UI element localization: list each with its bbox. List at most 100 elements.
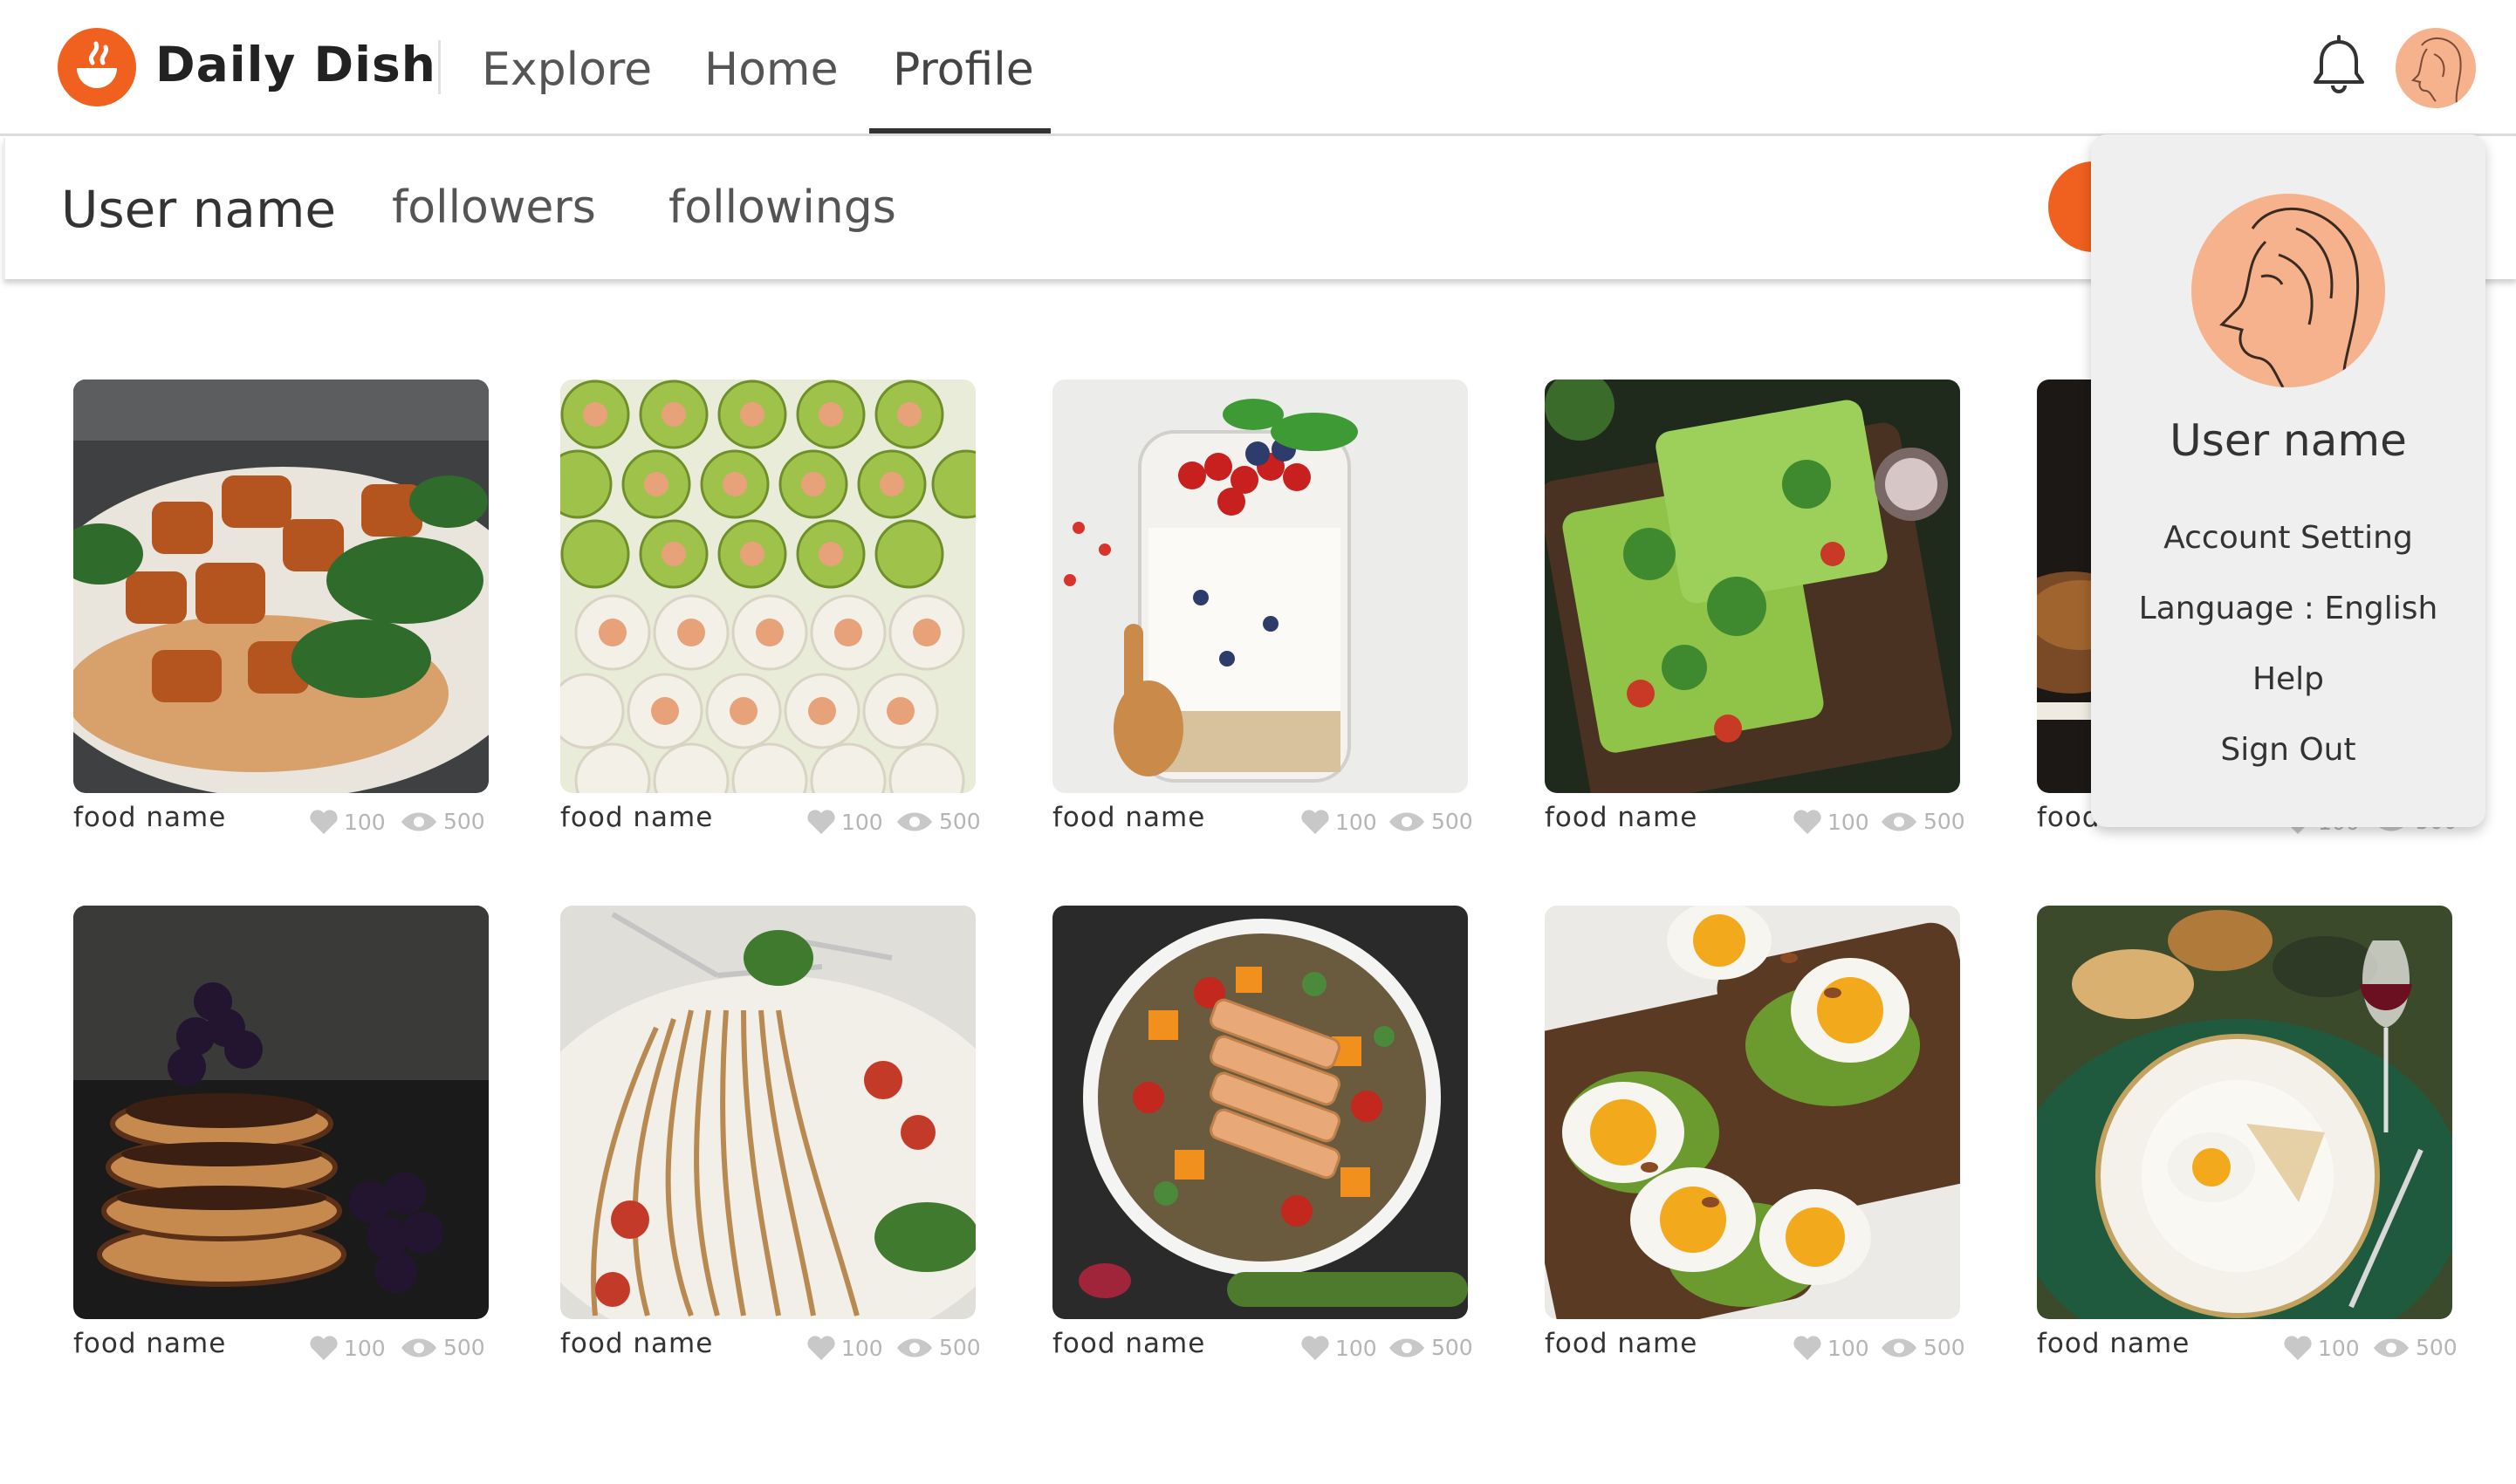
likes-count: 100 (1300, 809, 1377, 835)
food-name: food name (2037, 1328, 2190, 1359)
eye-icon (1882, 1338, 1916, 1357)
likes-count: 100 (2283, 1335, 2360, 1361)
likes-value: 100 (344, 1335, 386, 1361)
food-name: food name (1545, 1328, 1698, 1359)
views-value: 500 (939, 809, 981, 834)
post-card[interactable]: food name 100 500 (1052, 380, 1473, 842)
post-image[interactable] (1545, 380, 1960, 793)
eye-icon (1389, 1338, 1424, 1357)
post-card[interactable]: food name 100 500 (1545, 380, 1965, 842)
likes-value: 100 (2318, 1335, 2360, 1361)
likes-value: 100 (841, 1335, 883, 1361)
post-card[interactable]: food name 100 500 (560, 380, 981, 842)
nav-active-indicator (869, 128, 1051, 133)
food-name: food name (1052, 802, 1206, 833)
views-value: 500 (1431, 1335, 1473, 1360)
likes-count: 100 (1793, 1335, 1869, 1361)
eye-icon (401, 1338, 436, 1357)
views-count: 500 (2372, 1335, 2458, 1360)
heart-icon (807, 1336, 835, 1360)
post-card[interactable]: food name 100 500 (1545, 906, 1965, 1368)
views-value: 500 (443, 809, 485, 834)
likes-value: 100 (344, 809, 386, 835)
heart-icon (1301, 810, 1329, 834)
likes-value: 100 (1827, 809, 1869, 835)
post-image[interactable] (73, 906, 489, 1319)
heart-icon (1793, 1336, 1821, 1360)
views-count: 500 (1388, 1335, 1473, 1360)
top-navigation-bar: Daily Dish Explore Home Profile (0, 0, 2516, 136)
heart-icon (1301, 1336, 1329, 1360)
user-menu-dropdown: User name Account Setting Language : Eng… (2091, 134, 2485, 827)
food-name: food name (73, 1328, 227, 1359)
views-count: 500 (895, 809, 981, 834)
views-value: 500 (1923, 809, 1965, 834)
likes-value: 100 (1335, 809, 1377, 835)
dropdown-avatar[interactable] (2191, 194, 2385, 387)
food-name: food name (1052, 1328, 1206, 1359)
post-image[interactable] (1052, 380, 1468, 793)
post-image[interactable] (1052, 906, 1468, 1319)
menu-item-language[interactable]: Language : English (2091, 591, 2485, 626)
likes-value: 100 (841, 809, 883, 835)
post-image[interactable] (2037, 906, 2452, 1319)
eye-icon (401, 812, 436, 831)
views-count: 500 (1880, 809, 1965, 834)
food-name: food name (560, 1328, 714, 1359)
heart-icon (1793, 810, 1821, 834)
views-count: 500 (1880, 1335, 1965, 1360)
brand-name[interactable]: Daily Dish (155, 37, 436, 92)
heart-icon (310, 1336, 338, 1360)
menu-item-account-setting[interactable]: Account Setting (2091, 520, 2485, 556)
eye-icon (1882, 812, 1916, 831)
dropdown-username: User name (2170, 415, 2407, 466)
post-image[interactable] (560, 906, 976, 1319)
views-value: 500 (2416, 1335, 2458, 1360)
heart-icon (310, 810, 338, 834)
nav-explore[interactable]: Explore (482, 44, 652, 96)
likes-value: 100 (1335, 1335, 1377, 1361)
post-card[interactable]: food name 100 500 (560, 906, 981, 1368)
heart-icon (807, 810, 835, 834)
likes-count: 100 (309, 1335, 386, 1361)
likes-count: 100 (309, 809, 386, 835)
logo-icon[interactable] (58, 28, 136, 106)
views-count: 500 (400, 809, 485, 834)
post-card[interactable]: food name 100 500 (1052, 906, 1473, 1368)
post-image[interactable] (73, 380, 489, 793)
likes-count: 100 (806, 809, 883, 835)
eye-icon (2374, 1338, 2409, 1357)
views-count: 500 (895, 1335, 981, 1360)
views-value: 500 (1431, 809, 1473, 834)
eye-icon (1389, 812, 1424, 831)
views-value: 500 (1923, 1335, 1965, 1360)
menu-item-sign-out[interactable]: Sign Out (2091, 732, 2485, 768)
post-card[interactable]: food name 100 500 (73, 380, 489, 842)
followings-link[interactable]: followings (668, 181, 896, 234)
views-count: 500 (400, 1335, 485, 1360)
profile-username: User name (61, 180, 337, 239)
post-card[interactable]: food name 100 500 (73, 906, 489, 1368)
followers-link[interactable]: followers (392, 181, 596, 234)
post-image[interactable] (1545, 906, 1960, 1319)
bell-icon[interactable] (2311, 35, 2367, 98)
post-image[interactable] (560, 380, 976, 793)
user-avatar[interactable] (2396, 28, 2476, 108)
menu-item-help[interactable]: Help (2091, 661, 2485, 697)
nav-divider (438, 40, 441, 94)
views-count: 500 (1388, 809, 1473, 834)
likes-count: 100 (1300, 1335, 1377, 1361)
nav-profile[interactable]: Profile (893, 44, 1034, 96)
heart-icon (2284, 1336, 2312, 1360)
views-value: 500 (443, 1335, 485, 1360)
eye-icon (897, 812, 932, 831)
food-name: food name (1545, 802, 1698, 833)
likes-count: 100 (806, 1335, 883, 1361)
post-card[interactable]: food name 100 500 (2037, 906, 2458, 1368)
likes-count: 100 (1793, 809, 1869, 835)
eye-icon (897, 1338, 932, 1357)
views-value: 500 (939, 1335, 981, 1360)
food-name: food name (73, 802, 227, 833)
food-name: food name (560, 802, 714, 833)
nav-home[interactable]: Home (704, 44, 839, 96)
